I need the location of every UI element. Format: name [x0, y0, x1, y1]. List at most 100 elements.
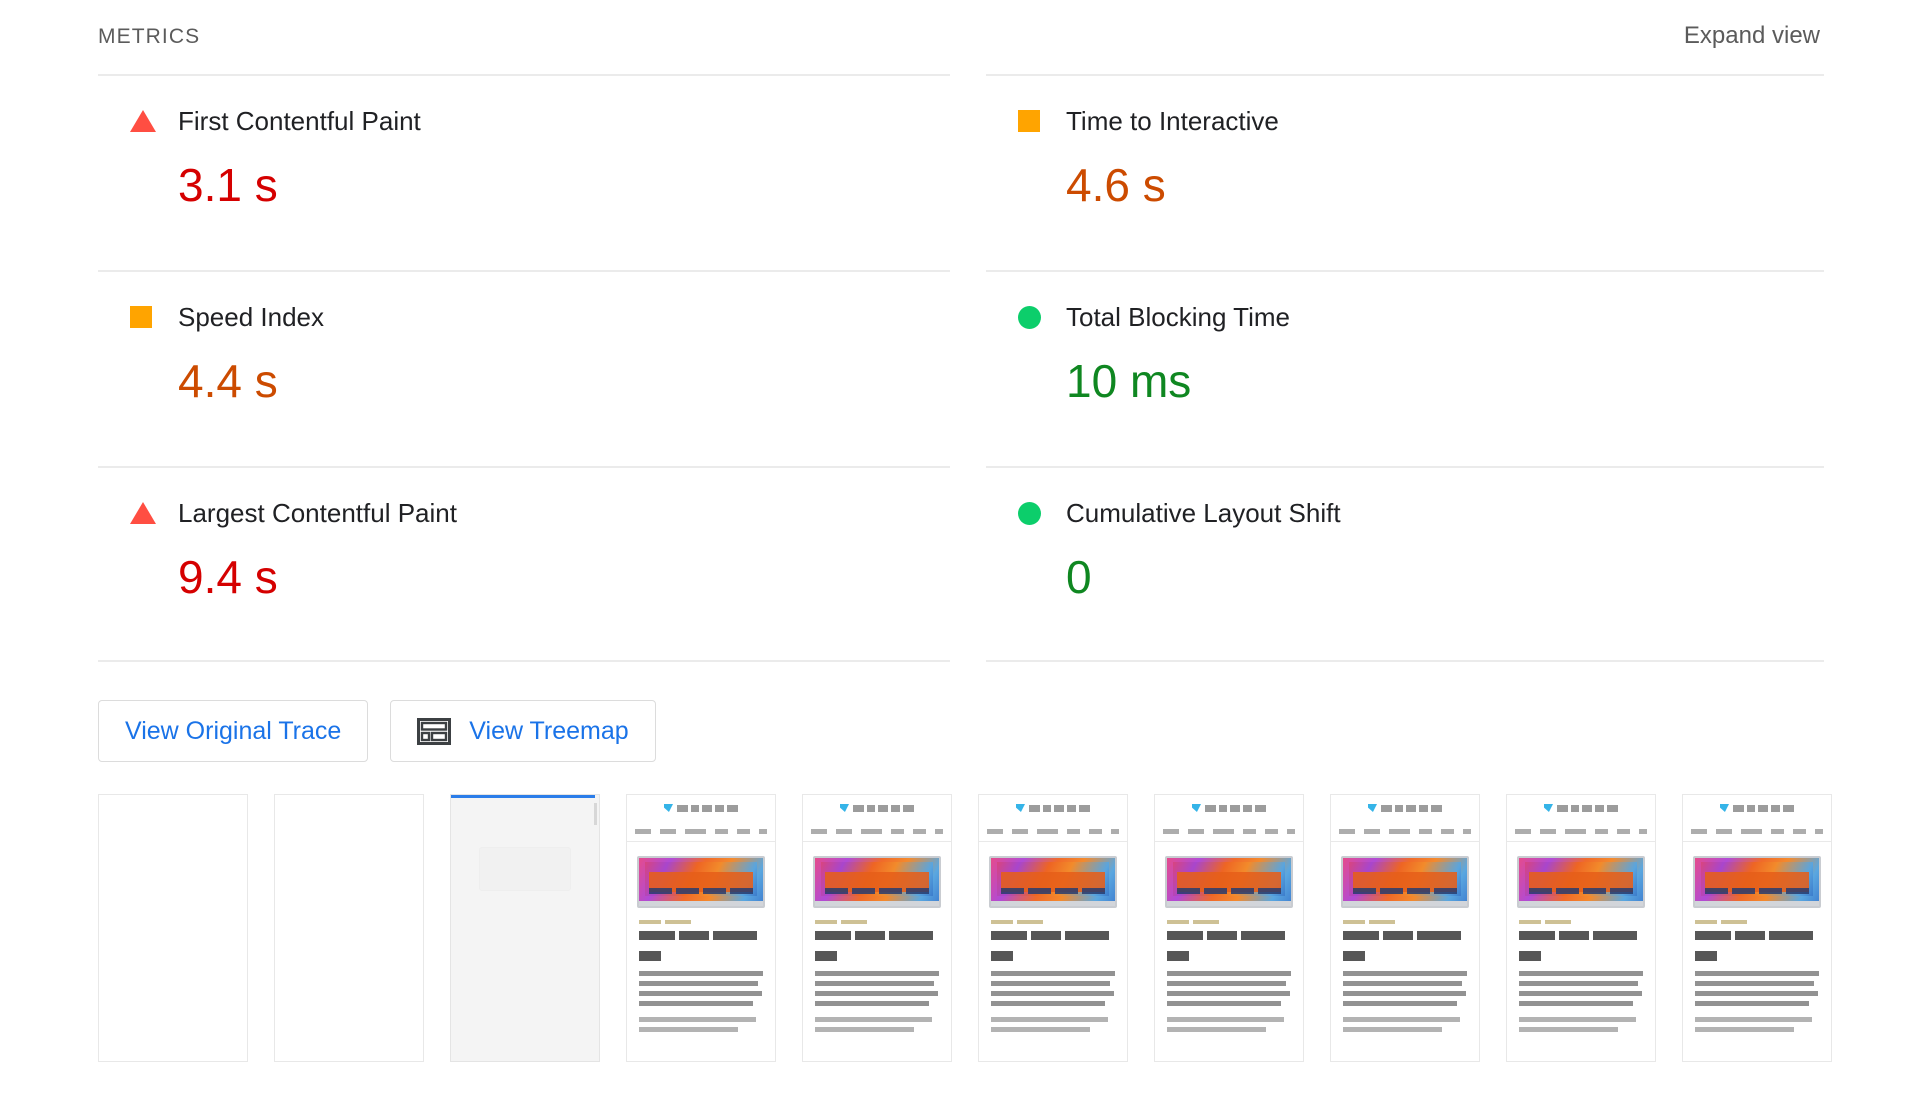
filmstrip-frame-wrap	[802, 794, 978, 1062]
view-original-trace-label: View Original Trace	[125, 716, 342, 745]
site-header	[1155, 795, 1303, 821]
filmstrip-frame-wrap	[626, 794, 802, 1062]
article-paragraph	[639, 971, 763, 1006]
article-kicker	[1343, 920, 1467, 924]
square-icon	[130, 306, 156, 328]
article-paragraph-secondary	[991, 1017, 1115, 1032]
metrics-grid: First Contentful Paint 3.1 s Speed Index…	[98, 48, 1920, 662]
filmstrip-thumbnail-6[interactable]	[978, 794, 1128, 1062]
article-body	[1683, 908, 1831, 1032]
square-icon	[1018, 110, 1044, 132]
metric-cumulative-layout-shift[interactable]: Cumulative Layout Shift 0	[986, 466, 1824, 662]
site-logo-text	[1733, 804, 1794, 812]
filmstrip-frame-wrap	[1330, 794, 1506, 1062]
site-logo-icon	[664, 804, 673, 812]
article-body	[627, 908, 775, 1032]
circle-icon	[1018, 305, 1044, 329]
metric-head: First Contentful Paint	[98, 106, 950, 136]
page-preview	[1683, 795, 1831, 1061]
filmstrip-frame-wrap	[450, 794, 626, 1062]
metric-value: 10 ms	[1066, 355, 1192, 407]
page-preview	[1331, 795, 1479, 1061]
filmstrip-thumbnail-7[interactable]	[1154, 794, 1304, 1062]
macbook-hero-image	[1341, 856, 1469, 908]
article-paragraph-secondary	[1167, 1017, 1291, 1032]
article-body	[1155, 908, 1303, 1032]
metric-total-blocking-time[interactable]: Total Blocking Time 10 ms	[986, 270, 1824, 466]
view-treemap-button[interactable]: View Treemap	[390, 700, 656, 762]
metric-value: 0	[1066, 551, 1092, 603]
metric-head: Cumulative Layout Shift	[986, 498, 1824, 528]
metric-time-to-interactive[interactable]: Time to Interactive 4.6 s	[986, 74, 1824, 270]
article-title	[1343, 931, 1467, 940]
metric-label: Total Blocking Time	[1066, 302, 1290, 332]
article-subheading	[1167, 951, 1189, 961]
filmstrip-frame-wrap	[1682, 794, 1858, 1062]
site-logo-icon	[1016, 804, 1025, 812]
view-treemap-label: View Treemap	[469, 716, 629, 745]
macbook-hero-image	[989, 856, 1117, 908]
metrics-column-right: Time to Interactive 4.6 s Total Blocking…	[986, 74, 1824, 662]
article-kicker	[815, 920, 939, 924]
article-subheading	[639, 951, 661, 961]
metric-value: 9.4 s	[178, 551, 278, 603]
article-title	[991, 931, 1115, 940]
circle-icon	[1018, 501, 1044, 525]
article-subheading	[815, 951, 837, 961]
site-logo-icon	[1368, 804, 1377, 812]
metric-value: 4.6 s	[1066, 159, 1166, 211]
filmstrip-thumbnail-2[interactable]	[274, 794, 424, 1062]
site-nav	[627, 821, 775, 842]
view-original-trace-button[interactable]: View Original Trace	[98, 700, 369, 762]
metric-head: Speed Index	[98, 302, 950, 332]
filmstrip-thumbnail-5[interactable]	[802, 794, 952, 1062]
macbook-hero-image	[1165, 856, 1293, 908]
article-kicker	[1519, 920, 1643, 924]
site-logo-icon	[1720, 804, 1729, 812]
filmstrip-thumbnail-9[interactable]	[1506, 794, 1656, 1062]
article-subheading	[1519, 951, 1541, 961]
filmstrip-thumbnail-8[interactable]	[1330, 794, 1480, 1062]
article-body	[803, 908, 951, 1032]
page-preview	[1507, 795, 1655, 1061]
page-preview	[803, 795, 951, 1061]
article-paragraph	[991, 971, 1115, 1006]
metric-speed-index[interactable]: Speed Index 4.4 s	[98, 270, 950, 466]
article-subheading	[1343, 951, 1365, 961]
site-header	[803, 795, 951, 821]
page-preview	[1155, 795, 1303, 1061]
metric-head: Total Blocking Time	[986, 302, 1824, 332]
metrics-column-left: First Contentful Paint 3.1 s Speed Index…	[98, 74, 950, 662]
metric-largest-contentful-paint[interactable]: Largest Contentful Paint 9.4 s	[98, 466, 950, 662]
article-kicker	[1167, 920, 1291, 924]
treemap-icon	[417, 717, 452, 745]
macbook-hero-image	[1693, 856, 1821, 908]
column-gutter	[950, 74, 986, 662]
article-body	[1331, 908, 1479, 1032]
metric-head: Time to Interactive	[986, 106, 1824, 136]
hero-image-wrap	[1155, 842, 1303, 908]
hero-image-wrap	[627, 842, 775, 908]
filmstrip-thumbnail-1[interactable]	[98, 794, 248, 1062]
site-nav	[1155, 821, 1303, 842]
filmstrip-thumbnail-3[interactable]	[450, 794, 600, 1062]
page-preview	[627, 795, 775, 1061]
page-preview	[979, 795, 1127, 1061]
article-title	[639, 931, 763, 940]
site-header	[979, 795, 1127, 821]
macbook-hero-image	[1517, 856, 1645, 908]
site-logo-text	[677, 804, 738, 812]
site-header	[627, 795, 775, 821]
ghost-placeholder	[479, 847, 571, 891]
article-paragraph-secondary	[639, 1017, 763, 1032]
filmstrip-frame-wrap	[274, 794, 450, 1062]
metric-value: 3.1 s	[178, 159, 278, 211]
metric-first-contentful-paint[interactable]: First Contentful Paint 3.1 s	[98, 74, 950, 270]
expand-view-button[interactable]: Expand view	[1684, 24, 1820, 48]
site-logo-text	[853, 804, 914, 812]
filmstrip-thumbnail-4[interactable]	[626, 794, 776, 1062]
site-header	[1683, 795, 1831, 821]
filmstrip-thumbnail-10[interactable]	[1682, 794, 1832, 1062]
article-subheading	[991, 951, 1013, 961]
article-paragraph	[1695, 971, 1819, 1006]
